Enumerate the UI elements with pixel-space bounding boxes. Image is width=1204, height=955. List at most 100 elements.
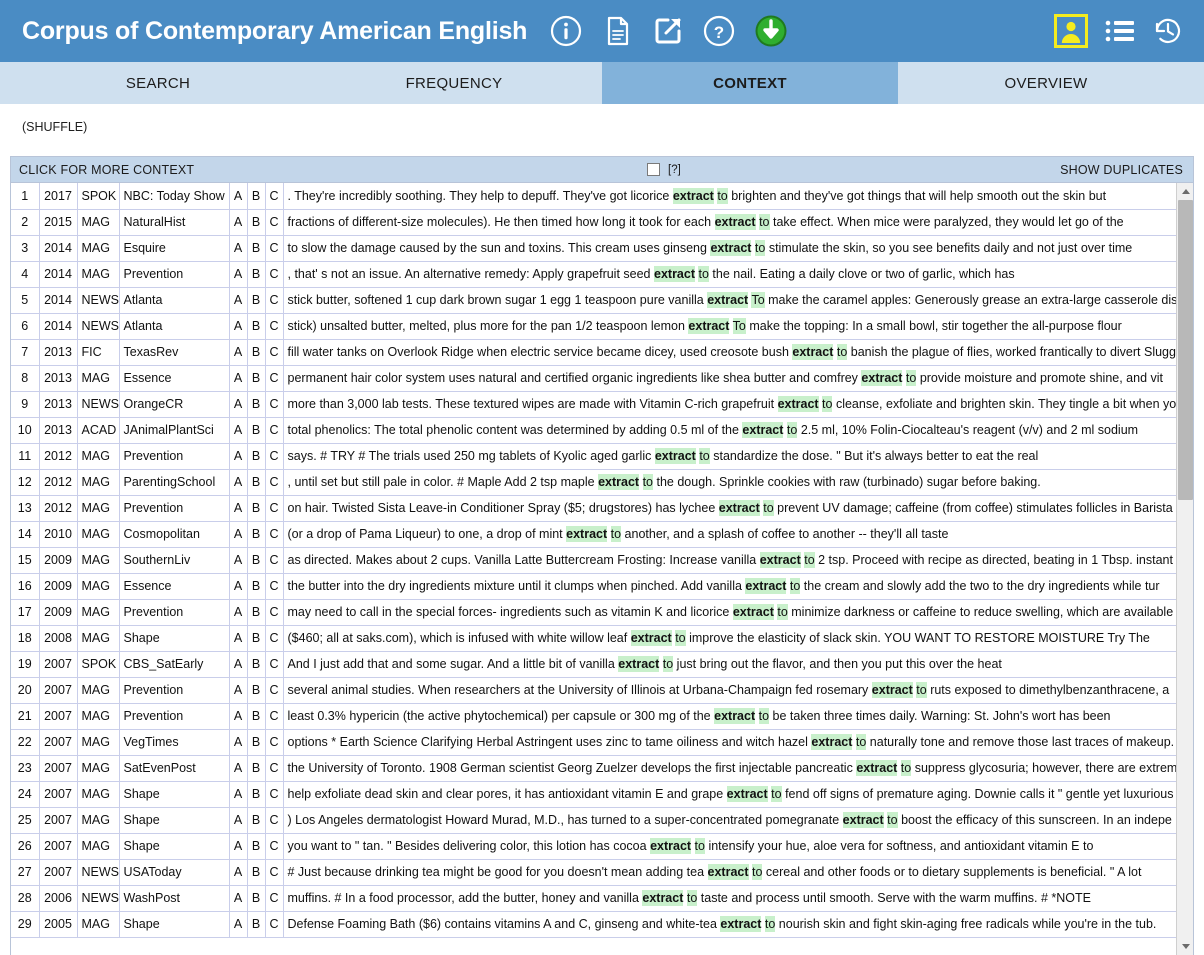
cell-link-a[interactable]: A <box>229 547 248 574</box>
cell-link-a[interactable]: A <box>229 911 248 938</box>
cell-link-c[interactable]: C <box>265 729 284 756</box>
cell-link-c[interactable]: C <box>265 755 284 782</box>
cell-link-b[interactable]: B <box>247 625 266 652</box>
cell-link-c[interactable]: C <box>265 235 284 262</box>
cell-link-c[interactable]: C <box>265 417 284 444</box>
cell-link-a[interactable]: A <box>229 313 248 340</box>
table-row[interactable]: 26 2007 MAG Shape A B Cyou want to " tan. " Be… <box>11 833 1193 860</box>
table-row[interactable]: 29 2005 MAG Shape A B C Defense Foaming Bath ($… <box>11 911 1193 938</box>
cell-link-c[interactable]: C <box>265 677 284 704</box>
cell-link-a[interactable]: A <box>229 391 248 418</box>
cell-link-c[interactable]: C <box>265 495 284 522</box>
cell-link-a[interactable]: A <box>229 859 248 886</box>
table-row[interactable]: 28 2006 NEWS WashPost A B Cmuffins. # In a foo… <box>11 885 1193 912</box>
list-icon[interactable] <box>1104 17 1136 45</box>
cell-link-a[interactable]: A <box>229 625 248 652</box>
history-icon[interactable] <box>1152 15 1184 47</box>
cell-link-a[interactable]: A <box>229 469 248 496</box>
cell-link-b[interactable]: B <box>247 859 266 886</box>
cell-link-a[interactable]: A <box>229 807 248 834</box>
cell-link-a[interactable]: A <box>229 521 248 548</box>
cell-link-a[interactable]: A <box>229 261 248 288</box>
cell-link-a[interactable]: A <box>229 287 248 314</box>
cell-link-a[interactable]: A <box>229 209 248 236</box>
cell-link-a[interactable]: A <box>229 495 248 522</box>
cell-link-a[interactable]: A <box>229 443 248 470</box>
results-scroll-area[interactable]: 1 2017 SPOK NBC: Today Show A B C. They're inc… <box>11 183 1193 955</box>
cell-link-b[interactable]: B <box>247 339 266 366</box>
scroll-up-arrow[interactable] <box>1177 183 1193 200</box>
document-icon[interactable] <box>600 14 634 48</box>
table-row[interactable]: 6 2014 NEWS Atlanta A B Cstick) unsalted butte… <box>11 313 1193 340</box>
cell-link-a[interactable]: A <box>229 885 248 912</box>
cell-link-c[interactable]: C <box>265 599 284 626</box>
cell-link-a[interactable]: A <box>229 417 248 444</box>
cell-link-b[interactable]: B <box>247 521 266 548</box>
cell-link-b[interactable]: B <box>247 235 266 262</box>
table-row[interactable]: 19 2007 SPOK CBS_SatEarly A B C And I just add … <box>11 651 1193 678</box>
download-icon[interactable] <box>753 13 789 49</box>
cell-link-b[interactable]: B <box>247 755 266 782</box>
table-row[interactable]: 23 2007 MAG SatEvenPost A B Cthe University of… <box>11 755 1193 782</box>
scroll-down-arrow[interactable] <box>1177 938 1193 955</box>
cell-link-c[interactable]: C <box>265 651 284 678</box>
table-row[interactable]: 17 2009 MAG Prevention A B Cmay need to call i… <box>11 599 1193 626</box>
cell-link-b[interactable]: B <box>247 911 266 938</box>
cell-link-a[interactable]: A <box>229 599 248 626</box>
user-account-icon[interactable] <box>1054 14 1088 48</box>
cell-link-b[interactable]: B <box>247 599 266 626</box>
cell-link-b[interactable]: B <box>247 807 266 834</box>
cell-link-b[interactable]: B <box>247 703 266 730</box>
click-for-more-context-label[interactable]: CLICK FOR MORE CONTEXT <box>19 163 194 177</box>
table-row[interactable]: 3 2014 MAG Esquire A B Cto slow the damage cau… <box>11 235 1193 262</box>
cell-link-c[interactable]: C <box>265 261 284 288</box>
cell-link-c[interactable]: C <box>265 287 284 314</box>
cell-link-a[interactable]: A <box>229 703 248 730</box>
table-row[interactable]: 1 2017 SPOK NBC: Today Show A B C. They're inc… <box>11 183 1193 210</box>
toolbar-checkbox[interactable] <box>647 163 660 176</box>
cell-link-c[interactable]: C <box>265 807 284 834</box>
table-row[interactable]: 20 2007 MAG Prevention A B Cseveral animal stu… <box>11 677 1193 704</box>
cell-link-b[interactable]: B <box>247 469 266 496</box>
cell-link-b[interactable]: B <box>247 781 266 808</box>
cell-link-a[interactable]: A <box>229 755 248 782</box>
tab-frequency[interactable]: FREQUENCY <box>306 62 602 104</box>
table-row[interactable]: 11 2012 MAG Prevention A B Csays. # TRY # The … <box>11 443 1193 470</box>
cell-link-c[interactable]: C <box>265 183 284 210</box>
cell-link-c[interactable]: C <box>265 339 284 366</box>
cell-link-c[interactable]: C <box>265 209 284 236</box>
table-row[interactable]: 7 2013 FIC TexasRev A B Cfill water tanks on O… <box>11 339 1193 366</box>
cell-link-a[interactable]: A <box>229 729 248 756</box>
cell-link-c[interactable]: C <box>265 469 284 496</box>
shuffle-link[interactable]: (SHUFFLE) <box>22 120 87 134</box>
cell-link-c[interactable]: C <box>265 859 284 886</box>
table-row[interactable]: 9 2013 NEWS OrangeCR A B Cmore than 3,000 lab … <box>11 391 1193 418</box>
cell-link-b[interactable]: B <box>247 885 266 912</box>
cell-link-a[interactable]: A <box>229 651 248 678</box>
table-row[interactable]: 27 2007 NEWS USAToday A B C # Just because drin… <box>11 859 1193 886</box>
table-row[interactable]: 5 2014 NEWS Atlanta A B Cstick butter, softene… <box>11 287 1193 314</box>
table-row[interactable]: 10 2013 ACAD JAnimalPlantSci A B Ctotal phenol… <box>11 417 1193 444</box>
cell-link-b[interactable]: B <box>247 209 266 236</box>
info-icon[interactable] <box>549 14 583 48</box>
tab-overview[interactable]: OVERVIEW <box>898 62 1194 104</box>
help-marker-label[interactable]: [?] <box>668 164 681 176</box>
cell-link-c[interactable]: C <box>265 521 284 548</box>
cell-link-c[interactable]: C <box>265 703 284 730</box>
table-row[interactable]: 15 2009 MAG SouthernLiv A B Cas directed. Make… <box>11 547 1193 574</box>
cell-link-b[interactable]: B <box>247 833 266 860</box>
table-row[interactable]: 14 2010 MAG Cosmopolitan A B C (or a drop of Pa… <box>11 521 1193 548</box>
cell-link-a[interactable]: A <box>229 365 248 392</box>
table-row[interactable]: 8 2013 MAG Essence A B Cpermanent hair color s… <box>11 365 1193 392</box>
cell-link-b[interactable]: B <box>247 391 266 418</box>
cell-link-c[interactable]: C <box>265 911 284 938</box>
cell-link-a[interactable]: A <box>229 235 248 262</box>
cell-link-b[interactable]: B <box>247 365 266 392</box>
cell-link-b[interactable]: B <box>247 183 266 210</box>
cell-link-a[interactable]: A <box>229 781 248 808</box>
cell-link-a[interactable]: A <box>229 677 248 704</box>
cell-link-c[interactable]: C <box>265 365 284 392</box>
cell-link-b[interactable]: B <box>247 573 266 600</box>
cell-link-b[interactable]: B <box>247 443 266 470</box>
cell-link-a[interactable]: A <box>229 183 248 210</box>
